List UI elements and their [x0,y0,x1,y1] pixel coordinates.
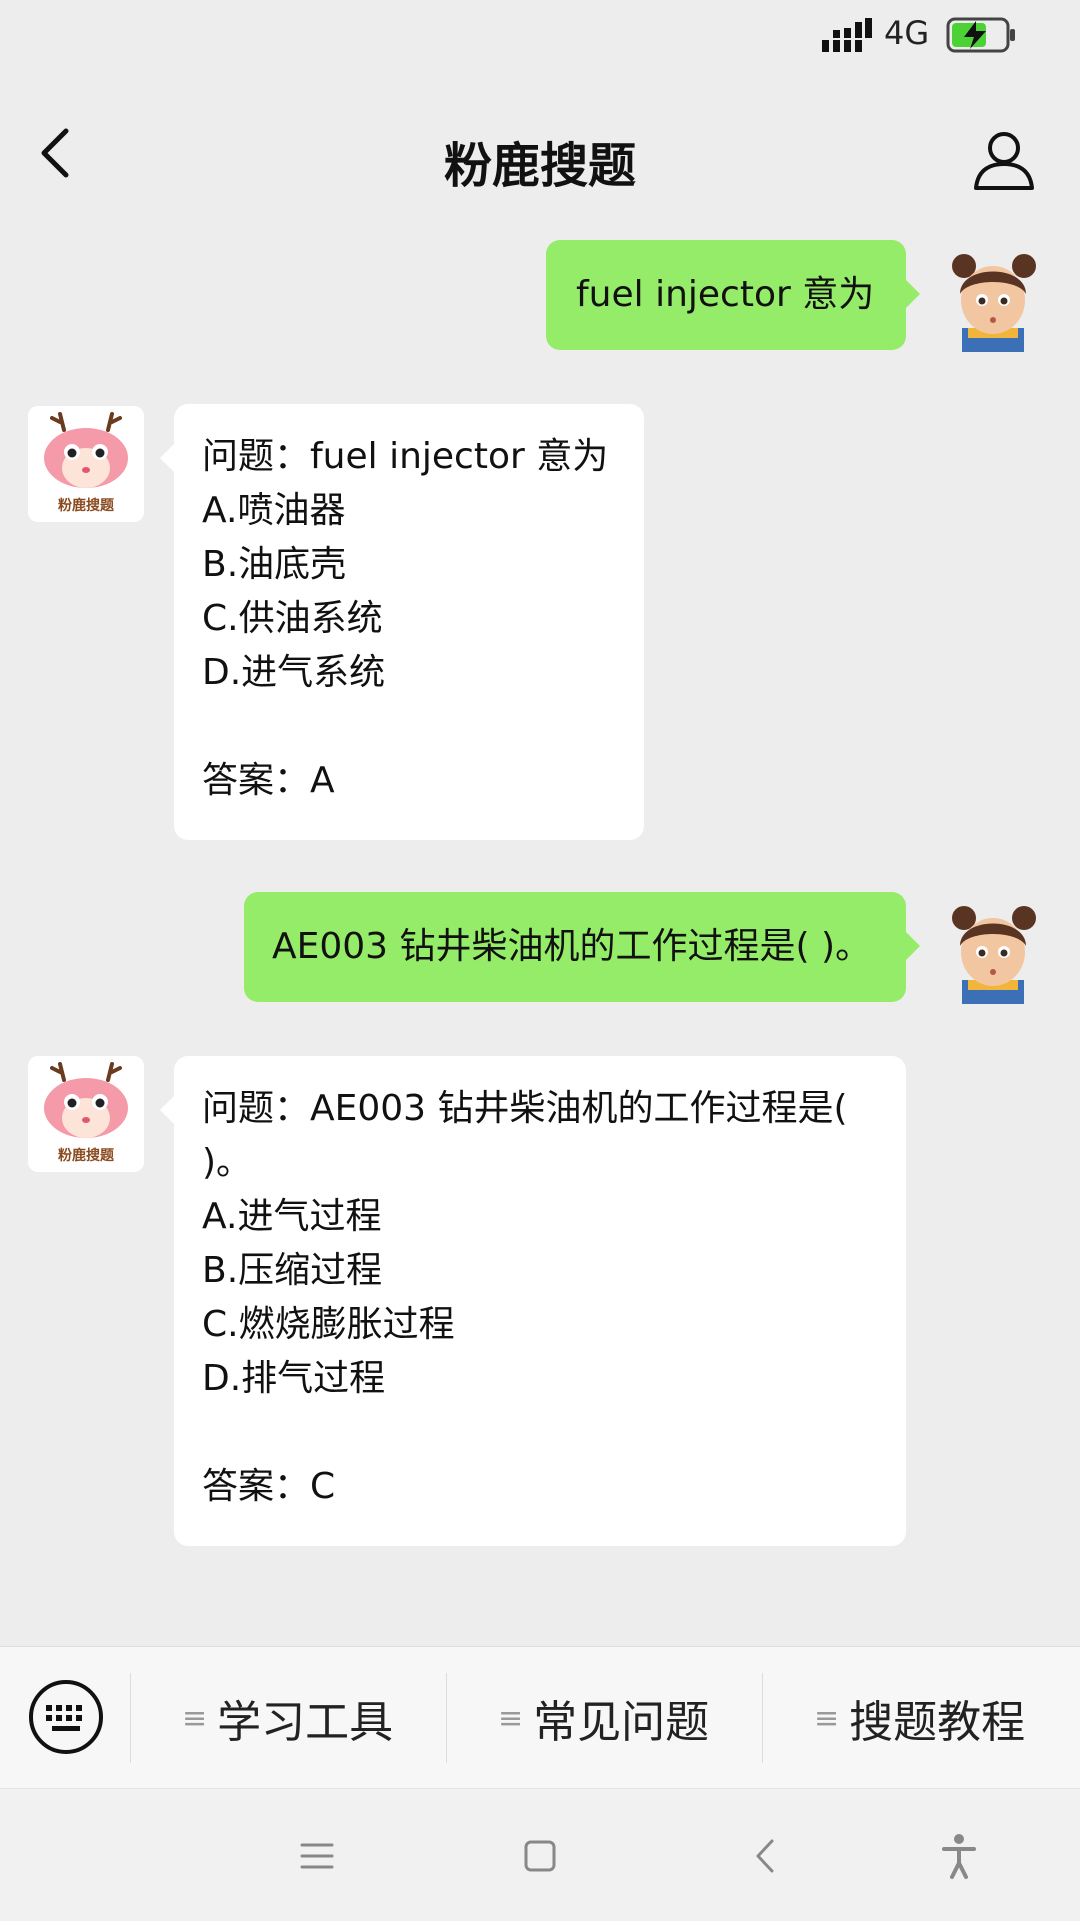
option-d: D.排气过程 [202,1358,386,1399]
back-icon[interactable] [742,1831,792,1881]
option-c: C.供油系统 [202,598,383,639]
bot-avatar-label: 粉鹿搜题 [58,1147,115,1164]
menu-study-tools[interactable]: ≡ 学习工具 [182,1683,393,1753]
bot-message-bubble[interactable]: 问题：AE003 钻井柴油机的工作过程是( )。 A.进气过程 B.压缩过程 C… [160,1056,906,1546]
option-c: C.燃烧膨胀过程 [202,1304,455,1345]
bot-message-bubble[interactable]: 问题：fuel injector 意为 A.喷油器 B.油底壳 C.供油系统 D… [160,404,644,840]
option-a: A.喷油器 [202,490,346,531]
option-b: B.油底壳 [202,544,347,585]
profile-icon[interactable] [972,128,1036,192]
bottom-menu-bar: ≡ 学习工具 ≡ 常见问题 ≡ 搜题教程 [0,1646,1080,1789]
bot-avatar: 粉鹿搜题 [28,1056,144,1172]
keyboard-toggle-icon[interactable] [28,1679,104,1755]
menu-label: 搜题教程 [849,1697,1026,1748]
home-icon[interactable] [515,1831,565,1881]
status-bar: 4G [0,0,1080,70]
title-bar: 粉鹿搜题 [0,88,1080,228]
user-avatar [952,906,1036,1004]
user-message-bubble[interactable]: fuel injector 意为 [546,240,920,350]
question-text: 问题：fuel injector 意为 [202,436,609,477]
option-b: B.压缩过程 [202,1250,383,1291]
menu-label: 学习工具 [217,1697,394,1748]
menu-search-tutorial[interactable]: ≡ 搜题教程 [814,1683,1025,1753]
user-message-bubble[interactable]: AE003 钻井柴油机的工作过程是( )。 [244,892,920,1002]
divider [130,1673,131,1763]
answer-text: 答案：A [202,760,335,801]
option-a: A.进气过程 [202,1196,382,1237]
menu-label: 常见问题 [533,1697,710,1748]
page-title: 粉鹿搜题 [443,138,636,194]
menu-lines-icon: ≡ [498,1700,524,1736]
menu-icon[interactable] [292,1831,342,1881]
signal-icon [822,18,872,52]
bot-avatar: 粉鹿搜题 [28,406,144,522]
system-nav-bar [0,1788,1080,1921]
bot-avatar-label: 粉鹿搜题 [58,497,115,514]
battery-charging-icon [946,17,1015,53]
network-type: 4G [884,14,930,52]
accessibility-icon[interactable] [934,1831,984,1881]
divider [446,1673,447,1763]
answer-text: 答案：C [202,1466,336,1507]
menu-faq[interactable]: ≡ 常见问题 [498,1683,709,1753]
divider [762,1673,763,1763]
option-d: D.进气系统 [202,652,386,693]
menu-lines-icon: ≡ [182,1700,208,1736]
question-text: 问题：AE003 钻井柴油机的工作过程是( )。 [202,1088,848,1183]
user-avatar [952,254,1036,352]
menu-lines-icon: ≡ [814,1700,840,1736]
